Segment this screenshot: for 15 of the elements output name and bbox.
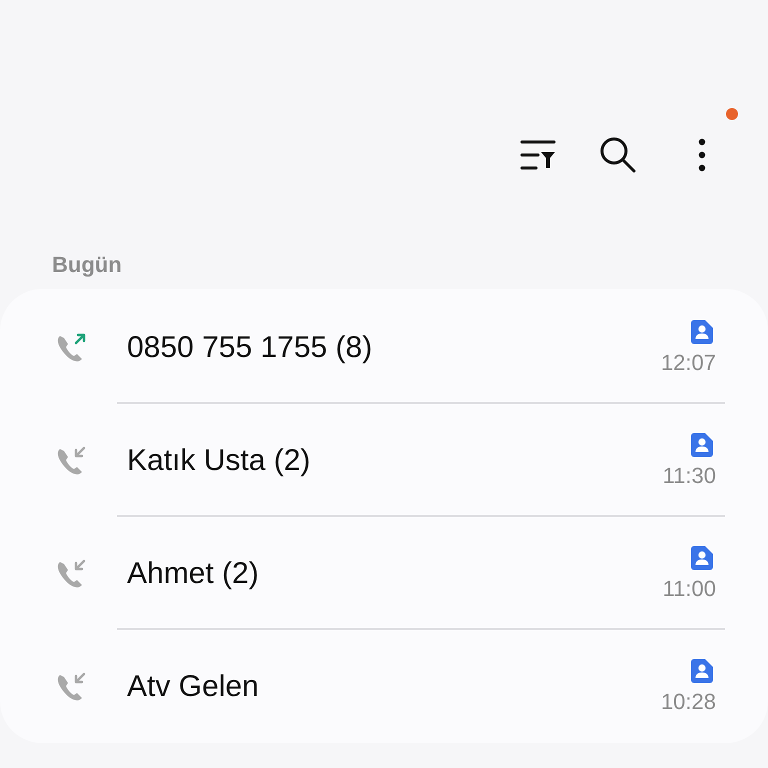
filter-button[interactable] bbox=[520, 138, 558, 172]
contact-icon[interactable] bbox=[691, 432, 713, 456]
call-time: 11:30 bbox=[662, 462, 716, 488]
contact-icon[interactable] bbox=[691, 546, 713, 570]
contact-icon[interactable] bbox=[691, 658, 713, 682]
search-button[interactable] bbox=[598, 135, 638, 175]
call-time: 10:28 bbox=[660, 688, 716, 714]
section-header: Bugün bbox=[52, 252, 122, 278]
caller-name: Atv Gelen bbox=[127, 670, 260, 704]
call-time: 12:07 bbox=[660, 350, 716, 376]
caller-name: 0850 755 1755 (8) bbox=[127, 330, 374, 364]
call-time: 11:00 bbox=[662, 576, 716, 602]
contact-icon[interactable] bbox=[691, 320, 713, 344]
caller-name: Katık Usta (2) bbox=[127, 444, 312, 478]
caller-name: Ahmet (2) bbox=[127, 556, 260, 590]
